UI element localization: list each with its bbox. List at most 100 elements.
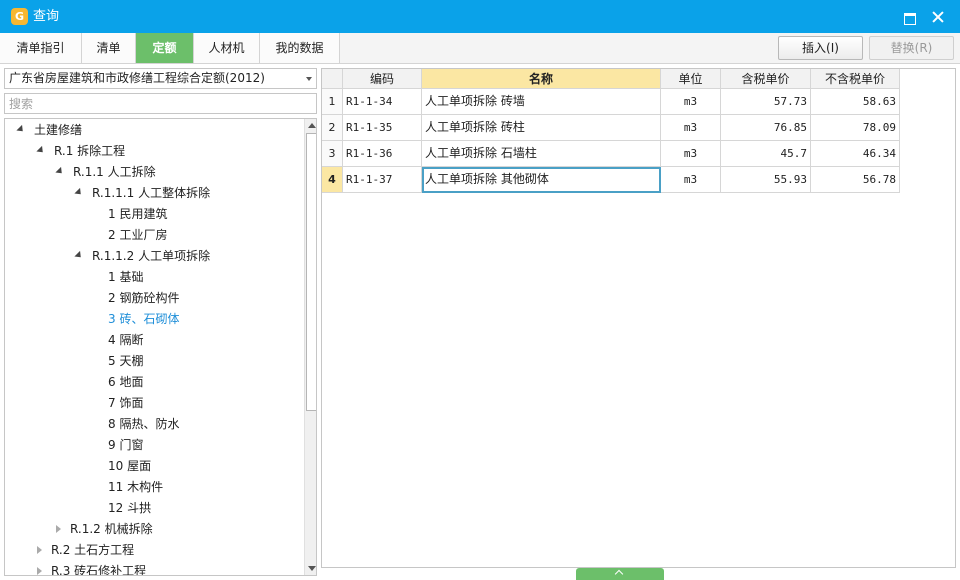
tree-node[interactable]: 8 隔热、防水	[108, 414, 179, 435]
tree-node[interactable]: R.1.1.2 人工单项拆除	[74, 246, 211, 267]
app-logo-icon: G	[11, 8, 28, 25]
cell-tax-price[interactable]: 45.7	[721, 141, 811, 167]
chevron-up-icon	[614, 569, 624, 579]
tab-bill[interactable]: 清单	[82, 33, 136, 63]
expanded-triangle-icon[interactable]	[74, 187, 84, 198]
tree-node[interactable]: 7 饰面	[108, 393, 143, 414]
scroll-down-icon[interactable]	[308, 566, 316, 571]
expanded-triangle-icon[interactable]	[16, 124, 26, 135]
cell-notax-price[interactable]: 46.34	[811, 141, 900, 167]
tree-node[interactable]: 5 天棚	[108, 351, 143, 372]
grid-corner	[322, 69, 343, 89]
tree-node[interactable]: 2 钢筋砼构件	[108, 288, 179, 309]
quota-standard-select[interactable]: 广东省房屋建筑和市政修缮工程综合定额(2012)	[4, 68, 317, 89]
cell-name[interactable]: 人工单项拆除 砖柱	[422, 115, 661, 141]
tab-quota[interactable]: 定额	[136, 33, 194, 63]
row-index[interactable]: 1	[322, 89, 343, 115]
tree-node[interactable]: R.1.1 人工拆除	[55, 162, 156, 183]
tree-node-label: 1 基础	[108, 270, 144, 284]
tree-node[interactable]: 9 门窗	[108, 435, 143, 456]
insert-button[interactable]: 插入(I)	[778, 36, 863, 60]
cell-notax-price[interactable]: 56.78	[811, 167, 900, 193]
search-input[interactable]	[4, 93, 317, 114]
tree-node-label: 10 屋面	[108, 459, 152, 473]
tree-node-label: R.3 砖石修补工程	[51, 564, 147, 576]
tree-node-label: 1 民用建筑	[108, 207, 168, 221]
cell-name[interactable]: 人工单项拆除 其他砌体	[422, 167, 661, 193]
header-name[interactable]: 名称	[422, 69, 661, 89]
header-unit[interactable]: 单位	[661, 69, 721, 89]
cell-code[interactable]: R1-1-37	[343, 167, 422, 193]
header-tax-price[interactable]: 含税单价	[721, 69, 811, 89]
tree-node-label: 11 木构件	[108, 480, 164, 494]
header-code[interactable]: 编码	[343, 69, 422, 89]
collapsed-triangle-icon[interactable]	[37, 545, 42, 554]
tree-node-label: 9 门窗	[108, 438, 144, 452]
tree-node-label: 6 地面	[108, 375, 144, 389]
tree-node-label: 2 工业厂房	[108, 228, 168, 242]
tree-node[interactable]: 4 隔断	[108, 330, 143, 351]
cell-tax-price[interactable]: 57.73	[721, 89, 811, 115]
tree-node-label: 12 斗拱	[108, 501, 152, 515]
cell-unit[interactable]: m3	[661, 89, 721, 115]
tree-node-label: 8 隔热、防水	[108, 417, 180, 431]
tree-node[interactable]: R.1.2 机械拆除	[56, 519, 153, 540]
tree-node[interactable]: 12 斗拱	[108, 498, 151, 519]
cell-unit[interactable]: m3	[661, 167, 721, 193]
close-button[interactable]	[927, 6, 949, 28]
tree-node-label: 5 天棚	[108, 354, 144, 368]
collapsed-triangle-icon[interactable]	[56, 524, 61, 533]
cell-notax-price[interactable]: 58.63	[811, 89, 900, 115]
tree-node[interactable]: R.1 拆除工程	[36, 141, 126, 162]
cell-name[interactable]: 人工单项拆除 石墙柱	[422, 141, 661, 167]
tree-node-label: R.1.1.2 人工单项拆除	[92, 249, 211, 263]
cell-notax-price[interactable]: 78.09	[811, 115, 900, 141]
tab-labor-material[interactable]: 人材机	[194, 33, 260, 63]
tree-node-label: R.1 拆除工程	[54, 144, 126, 158]
row-index[interactable]: 3	[322, 141, 343, 167]
cell-code[interactable]: R1-1-35	[343, 115, 422, 141]
quota-grid: 编码 名称 单位 含税单价 不含税单价 1 R1-1-34 人工单项拆除 砖墙 m3 5…	[321, 68, 956, 568]
row-index[interactable]: 4	[322, 167, 343, 193]
cell-name[interactable]: 人工单项拆除 砖墙	[422, 89, 661, 115]
quota-standard-value: 广东省房屋建筑和市政修缮工程综合定额(2012)	[9, 71, 265, 85]
expand-panel-handle[interactable]	[576, 568, 664, 580]
tab-bill-guide[interactable]: 清单指引	[0, 33, 82, 63]
tab-my-data[interactable]: 我的数据	[260, 33, 340, 63]
cell-unit[interactable]: m3	[661, 141, 721, 167]
tree-node-label: R.2 土石方工程	[51, 543, 135, 557]
collapsed-triangle-icon[interactable]	[37, 566, 42, 575]
tree-node-label: 7 饰面	[108, 396, 144, 410]
expanded-triangle-icon[interactable]	[74, 250, 84, 261]
tree-node[interactable]: 10 屋面	[108, 456, 151, 477]
tree-node-label: R.1.2 机械拆除	[70, 522, 153, 536]
quota-tree: 土建修缮 R.1 拆除工程 R.1.1 人工拆除 R.1.1.1 人工整体拆除 1 民用…	[4, 118, 317, 576]
cell-unit[interactable]: m3	[661, 115, 721, 141]
cell-tax-price[interactable]: 55.93	[721, 167, 811, 193]
tree-node-label: R.1.1.1 人工整体拆除	[92, 186, 211, 200]
cell-code[interactable]: R1-1-34	[343, 89, 422, 115]
window-title: 查询	[33, 9, 60, 24]
tree-node-label: 3 砖、石砌体	[108, 312, 180, 326]
tree-node[interactable]: 11 木构件	[108, 477, 163, 498]
tree-node[interactable]: 3 砖、石砌体	[108, 309, 179, 330]
expanded-triangle-icon[interactable]	[36, 145, 46, 156]
expanded-triangle-icon[interactable]	[55, 166, 65, 177]
scroll-thumb[interactable]	[306, 133, 316, 411]
scroll-up-icon[interactable]	[308, 123, 316, 128]
tree-node[interactable]: 土建修缮	[16, 120, 82, 141]
cell-tax-price[interactable]: 76.85	[721, 115, 811, 141]
tree-scrollbar[interactable]	[304, 119, 316, 575]
tree-node[interactable]: R.3 砖石修补工程	[37, 561, 147, 576]
tree-node[interactable]: R.2 土石方工程	[37, 540, 134, 561]
tree-node[interactable]: 1 基础	[108, 267, 143, 288]
replace-button[interactable]: 替换(R)	[869, 36, 954, 60]
header-notax-price[interactable]: 不含税单价	[811, 69, 900, 89]
tree-node[interactable]: 2 工业厂房	[108, 225, 167, 246]
maximize-button[interactable]	[898, 6, 920, 28]
row-index[interactable]: 2	[322, 115, 343, 141]
tree-node[interactable]: R.1.1.1 人工整体拆除	[74, 183, 211, 204]
tree-node[interactable]: 6 地面	[108, 372, 143, 393]
cell-code[interactable]: R1-1-36	[343, 141, 422, 167]
tree-node[interactable]: 1 民用建筑	[108, 204, 167, 225]
